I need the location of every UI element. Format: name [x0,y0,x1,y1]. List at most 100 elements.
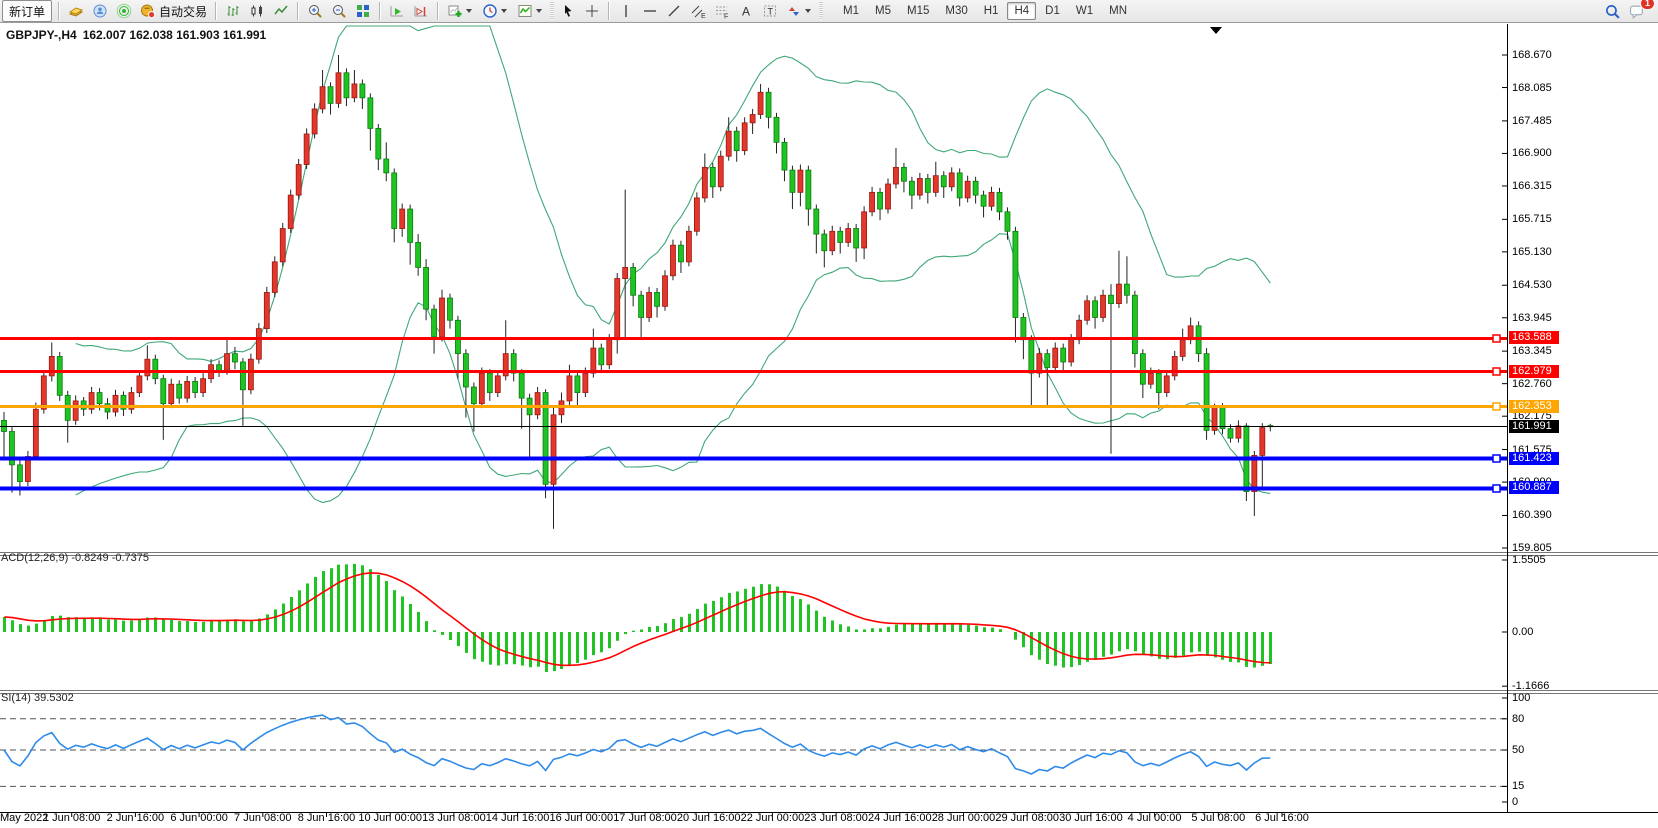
separator [819,2,823,20]
separator [297,2,299,20]
tab-timeframe-h4[interactable]: H4 [1007,2,1036,20]
tab-timeframe-h1[interactable]: H1 [977,2,1006,20]
chart-shift-button[interactable] [409,0,433,22]
tab-timeframe-mn[interactable]: MN [1102,2,1134,20]
zoom-out-button[interactable] [327,0,351,22]
separator [215,2,217,20]
line-chart-icon [273,3,289,19]
equidistant-channel-button[interactable]: E [686,0,710,22]
search-button[interactable] [1600,0,1625,22]
auto-scroll-icon [389,3,405,19]
toolbar-right-group: 1 [1600,0,1656,22]
price-axis-label: 163.345 [1512,345,1552,357]
symbol-period: GBPJPY-,H4 [6,28,77,42]
svg-text:T: T [768,7,774,17]
chart-canvas[interactable] [0,24,1658,828]
price-axis-label: 166.315 [1512,180,1552,192]
crosshair-button[interactable] [580,0,604,22]
new-order-label: 新订单 [9,3,45,20]
time-axis-label: 6 Jul 16:00 [1255,812,1309,824]
text-icon: A [738,3,754,19]
signals-icon [116,3,132,19]
price-axis-label: 160.390 [1512,509,1552,521]
time-axis-label: 1 Jun 08:00 [43,812,101,824]
gold-button[interactable] [64,0,88,22]
text-label-icon: T [762,3,778,19]
separator [608,2,610,20]
signals-button[interactable] [112,0,136,22]
price-line-tag: 161.423 [1509,452,1559,465]
time-axis-label: 23 Jun 08:00 [804,812,868,824]
price-axis-label: 168.670 [1512,49,1552,61]
tab-timeframe-d1[interactable]: D1 [1038,2,1067,20]
trendline-icon [666,3,682,19]
time-axis-label: 7 Jun 08:00 [234,812,292,824]
chart-shift-icon [413,3,429,19]
tile-windows-icon [355,3,371,19]
equidistant-channel-icon: E [690,3,706,19]
time-axis-label: 22 Jun 00:00 [741,812,805,824]
rsi-scale-label: 80 [1512,713,1524,725]
price-axis-label: 167.485 [1512,115,1552,127]
new-chart-button[interactable] [443,0,478,22]
autotrading-icon [140,3,156,19]
zoom-out-icon [331,3,347,19]
line-chart-button[interactable] [269,0,293,22]
mt4-window: 新订单 自动交易 [0,0,1658,828]
price-line-tag: 162.979 [1509,365,1559,378]
cursor-icon [560,3,576,19]
text-label-button[interactable]: T [758,0,782,22]
separator [437,2,439,20]
time-axis-label: 6 Jun 00:00 [170,812,228,824]
cursor-button[interactable] [556,0,580,22]
time-axis-label: 8 Jun 16:00 [298,812,356,824]
search-icon [1604,3,1621,20]
separator [379,2,381,20]
price-axis-label: 165.130 [1512,246,1552,258]
autotrading-button[interactable]: 自动交易 [136,0,211,22]
price-axis-label: 159.805 [1512,542,1552,554]
tab-timeframe-m30[interactable]: M30 [938,2,974,20]
separator [550,2,554,20]
fibonacci-button[interactable]: F [710,0,734,22]
bar-chart-button[interactable] [221,0,245,22]
vertical-line-button[interactable] [614,0,638,22]
zoom-in-icon [307,3,323,19]
rsi-label: SI(14) 39.5302 [1,692,74,704]
auto-scroll-button[interactable] [385,0,409,22]
templates-button[interactable] [513,0,548,22]
arrows-button[interactable] [782,0,817,22]
time-axis-label: 5 Jul 08:00 [1191,812,1245,824]
tab-timeframe-m1[interactable]: M1 [836,2,866,20]
svg-text:A: A [742,5,750,19]
price-axis-label: 162.760 [1512,378,1552,390]
chevron-down-icon [805,9,811,13]
macd-scale-label: -1.1666 [1512,680,1549,692]
new-chart-icon [447,3,463,19]
time-axis-label: 4 Jul 00:00 [1128,812,1182,824]
toolbar: 新订单 自动交易 [0,0,1658,23]
periodicity-button[interactable] [478,0,513,22]
text-button[interactable]: A [734,0,758,22]
tab-timeframe-w1[interactable]: W1 [1069,2,1100,20]
horizontal-line-icon [642,3,658,19]
time-axis-label: 17 Jun 08:00 [613,812,677,824]
tab-timeframe-m5[interactable]: M5 [868,2,898,20]
horizontal-line-button[interactable] [638,0,662,22]
rsi-scale-label: 0 [1512,796,1518,808]
trendline-button[interactable] [662,0,686,22]
candlestick-icon [249,3,265,19]
chat-button[interactable]: 1 [1625,0,1650,22]
tile-windows-button[interactable] [351,0,375,22]
chevron-down-icon [466,9,472,13]
community-button[interactable] [88,0,112,22]
tab-timeframe-m15[interactable]: M15 [900,2,936,20]
new-order-button[interactable]: 新订单 [2,0,52,22]
zoom-in-button[interactable] [303,0,327,22]
candlestick-button[interactable] [245,0,269,22]
time-axis-label: 10 Jun 00:00 [358,812,422,824]
chart-shift-marker [1210,27,1222,34]
time-axis-label: 24 Jun 16:00 [868,812,932,824]
price-axis-label: 165.715 [1512,213,1552,225]
bar-chart-icon [225,3,241,19]
